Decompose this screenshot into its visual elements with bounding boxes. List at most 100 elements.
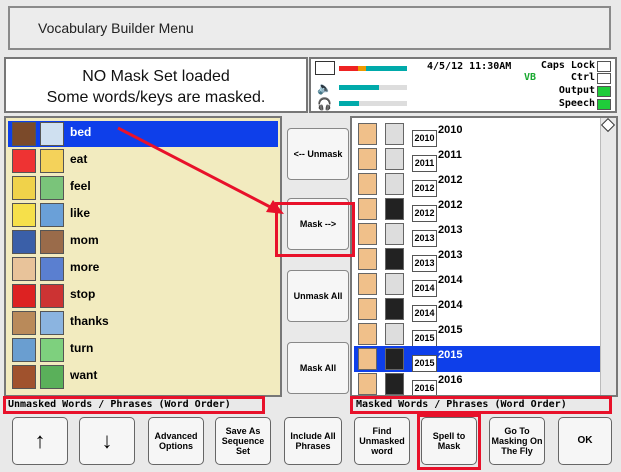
list-item[interactable]: eat bbox=[8, 148, 278, 174]
time-icon bbox=[385, 148, 404, 170]
list-item[interactable]: 2014 2014 bbox=[354, 296, 601, 322]
output-indicator bbox=[597, 86, 611, 97]
year-box: 2015 bbox=[412, 330, 437, 347]
scroll-down-button[interactable]: ↓ bbox=[79, 417, 135, 465]
list-item[interactable]: 2012 2012 bbox=[354, 171, 601, 197]
list-item[interactable]: feel bbox=[8, 175, 278, 201]
scroll-up-button[interactable]: ↑ bbox=[12, 417, 68, 465]
speech-label: Speech bbox=[558, 98, 595, 109]
list-item[interactable]: 2015 2015 bbox=[354, 346, 601, 372]
list-item[interactable]: 2013 2013 bbox=[354, 246, 601, 272]
want-symbol-icon bbox=[40, 365, 64, 389]
list-item-label: 2014 bbox=[438, 274, 463, 286]
list-item-label: 2011 bbox=[438, 149, 462, 161]
list-item[interactable]: more bbox=[8, 256, 278, 282]
level-meter-2-track bbox=[379, 85, 407, 90]
stop-symbol-icon bbox=[40, 284, 64, 308]
list-item-label: 2012 bbox=[438, 174, 463, 186]
ctrl-indicator bbox=[597, 73, 611, 84]
mom-picture-icon bbox=[12, 230, 36, 254]
level-meter-1 bbox=[339, 66, 407, 71]
bed-picture-icon bbox=[12, 122, 36, 146]
window-title: Vocabulary Builder Menu bbox=[38, 20, 194, 36]
list-item[interactable]: 2014 2014 bbox=[354, 271, 601, 297]
advanced-options-button[interactable]: Advanced Options bbox=[148, 417, 204, 465]
list-item-label: want bbox=[70, 368, 98, 382]
turn-picture-icon bbox=[12, 338, 36, 362]
vb-label: VB bbox=[524, 72, 537, 83]
time-icon bbox=[385, 173, 404, 195]
ok-button[interactable]: OK bbox=[558, 417, 612, 465]
ctrl-label: Ctrl bbox=[570, 72, 595, 83]
hold-icon bbox=[385, 373, 404, 395]
go-to-masking-on-the-fly-button[interactable]: Go To Masking On The Fly bbox=[489, 417, 545, 465]
year-box: 2010 bbox=[412, 130, 437, 147]
mask-button-highlight bbox=[275, 202, 355, 257]
list-item[interactable]: bed bbox=[8, 121, 278, 147]
hold-icon bbox=[385, 348, 404, 370]
list-item[interactable]: stop bbox=[8, 283, 278, 309]
year-box: 2014 bbox=[412, 280, 437, 297]
list-item-label: like bbox=[70, 206, 91, 220]
hand-icon bbox=[358, 273, 377, 295]
list-item[interactable]: 2010 2010 bbox=[354, 121, 601, 147]
list-item-label: turn bbox=[70, 341, 94, 355]
unmask-all-button[interactable]: Unmask All bbox=[287, 270, 349, 322]
list-item-label: 2014 bbox=[438, 299, 463, 311]
unmasked-caption-highlight bbox=[3, 396, 265, 414]
save-as-sequence-set-button[interactable]: Save As Sequence Set bbox=[215, 417, 271, 465]
list-item[interactable]: turn bbox=[8, 337, 278, 363]
list-item-label: 2016 bbox=[438, 374, 463, 386]
list-item[interactable]: 2011 2011 bbox=[354, 146, 601, 172]
stop-picture-icon bbox=[12, 284, 36, 308]
time-icon bbox=[385, 273, 404, 295]
output-label: Output bbox=[558, 85, 595, 96]
include-all-phrases-button[interactable]: Include All Phrases bbox=[284, 417, 342, 465]
level-meter-3-track bbox=[359, 101, 407, 106]
bed-symbol-icon bbox=[40, 122, 64, 146]
unmasked-words-list[interactable]: bed eat feel like mom more stop thanks t bbox=[4, 116, 282, 397]
year-box: 2013 bbox=[412, 230, 437, 247]
hand-icon bbox=[358, 173, 377, 195]
feel-symbol-icon bbox=[40, 176, 64, 200]
keyboard-icon bbox=[315, 61, 335, 75]
feel-picture-icon bbox=[12, 176, 36, 200]
year-box: 2014 bbox=[412, 305, 437, 322]
turn-symbol-icon bbox=[40, 338, 64, 362]
list-item[interactable]: 2013 2013 bbox=[354, 221, 601, 247]
thanks-symbol-icon bbox=[40, 311, 64, 335]
level-meter-3 bbox=[339, 101, 359, 106]
list-item[interactable]: mom bbox=[8, 229, 278, 255]
year-box: 2013 bbox=[412, 255, 437, 272]
list-item[interactable]: thanks bbox=[8, 310, 278, 336]
list-item[interactable]: 2012 2012 bbox=[354, 196, 601, 222]
hand-icon bbox=[358, 323, 377, 345]
scrollbar[interactable] bbox=[600, 118, 616, 395]
list-item[interactable]: 2016 2016 bbox=[354, 371, 601, 395]
unmask-button[interactable]: <-- Unmask bbox=[287, 128, 349, 180]
hand-icon bbox=[358, 123, 377, 145]
arrow-up-icon: ↑ bbox=[34, 428, 46, 453]
mask-all-button[interactable]: Mask All bbox=[287, 342, 349, 394]
hand-icon bbox=[358, 298, 377, 320]
list-item-label: more bbox=[70, 260, 100, 274]
more-symbol-icon bbox=[40, 257, 64, 281]
status-line-1: NO Mask Set loaded bbox=[82, 68, 230, 85]
masked-words-list[interactable]: 2010 2010 2011 2011 2012 2012 2012 2012 … bbox=[350, 116, 618, 397]
spell-to-mask-highlight bbox=[417, 414, 481, 470]
list-item[interactable]: want bbox=[8, 364, 278, 390]
scroll-up-icon[interactable] bbox=[600, 118, 616, 133]
time-icon bbox=[385, 223, 404, 245]
list-item[interactable]: 2015 2015 bbox=[354, 321, 601, 347]
list-item[interactable]: like bbox=[8, 202, 278, 228]
eat-symbol-icon bbox=[40, 149, 64, 173]
year-box: 2016 bbox=[412, 380, 437, 395]
find-unmasked-word-button[interactable]: Find Unmasked word bbox=[354, 417, 410, 465]
caps-lock-indicator bbox=[597, 61, 611, 72]
hand-icon bbox=[358, 223, 377, 245]
time-icon bbox=[385, 323, 404, 345]
masked-caption-highlight bbox=[350, 396, 612, 414]
eat-picture-icon bbox=[12, 149, 36, 173]
year-box: 2015 bbox=[412, 355, 437, 372]
list-item-label: feel bbox=[70, 179, 91, 193]
